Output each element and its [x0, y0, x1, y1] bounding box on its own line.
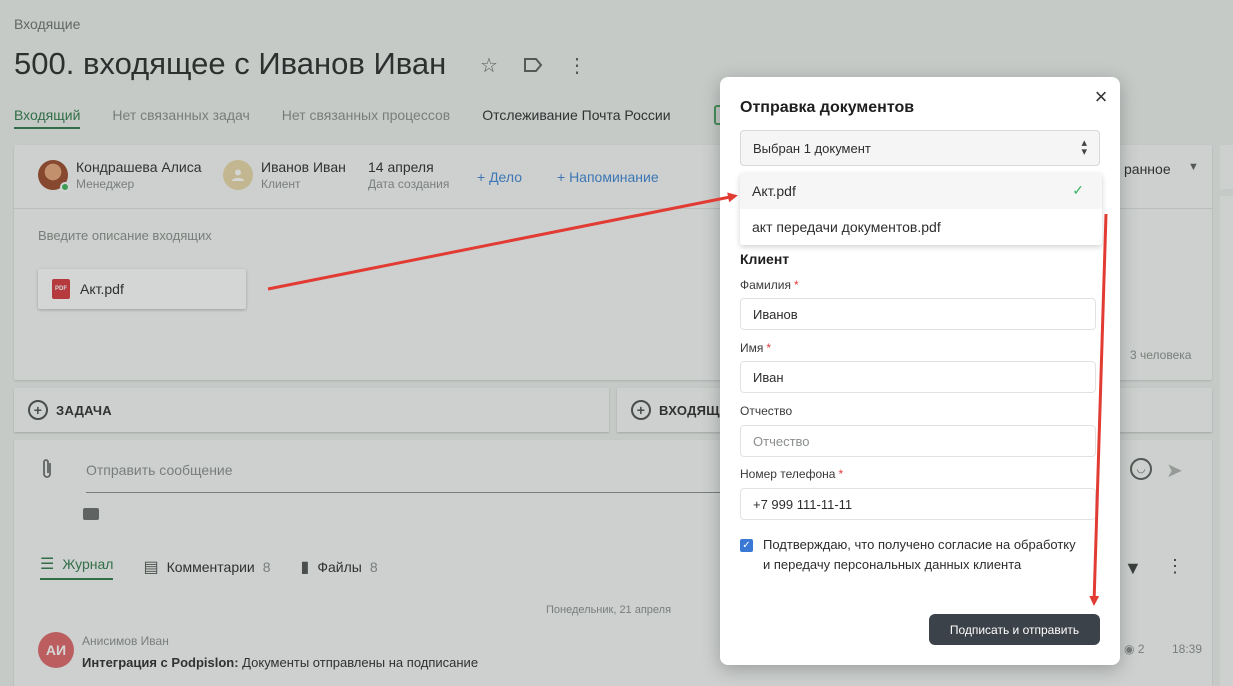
phone-label: Номер телефона *: [740, 467, 844, 481]
consent-checkbox[interactable]: ✓: [740, 539, 753, 552]
chevron-updown-icon: ▴ ▾: [1081, 137, 1087, 158]
name-label: Имя *: [740, 341, 772, 355]
client-section-title: Клиент: [740, 251, 790, 267]
surname-label: Фамилия *: [740, 278, 799, 292]
consent-text: Подтверждаю, что получено согласие на об…: [763, 537, 1076, 572]
document-option[interactable]: акт передачи документов.pdf: [740, 209, 1102, 245]
check-icon: ✓: [1072, 182, 1084, 198]
required-mark: *: [838, 467, 844, 481]
close-icon[interactable]: ×: [1091, 86, 1111, 108]
documents-select[interactable]: Выбран 1 документ ▴ ▾: [740, 130, 1100, 166]
send-documents-dialog: Отправка документов × Выбран 1 документ …: [720, 77, 1120, 665]
dialog-title: Отправка документов: [740, 99, 915, 116]
document-option-label: акт передачи документов.pdf: [752, 219, 941, 235]
required-mark: *: [793, 278, 799, 292]
document-option-label: Акт.pdf: [752, 183, 796, 199]
sign-and-send-button[interactable]: Подписать и отправить: [929, 614, 1100, 645]
patronymic-label: Отчество: [740, 404, 793, 418]
documents-select-value: Выбран 1 документ: [753, 140, 871, 156]
surname-field[interactable]: [740, 298, 1096, 330]
name-field[interactable]: [740, 361, 1096, 393]
phone-field[interactable]: [740, 488, 1096, 520]
document-option[interactable]: Акт.pdf ✓: [740, 173, 1102, 209]
documents-dropdown: Акт.pdf ✓ акт передачи документов.pdf: [740, 173, 1102, 245]
patronymic-field[interactable]: [740, 425, 1096, 457]
required-mark: *: [766, 341, 772, 355]
